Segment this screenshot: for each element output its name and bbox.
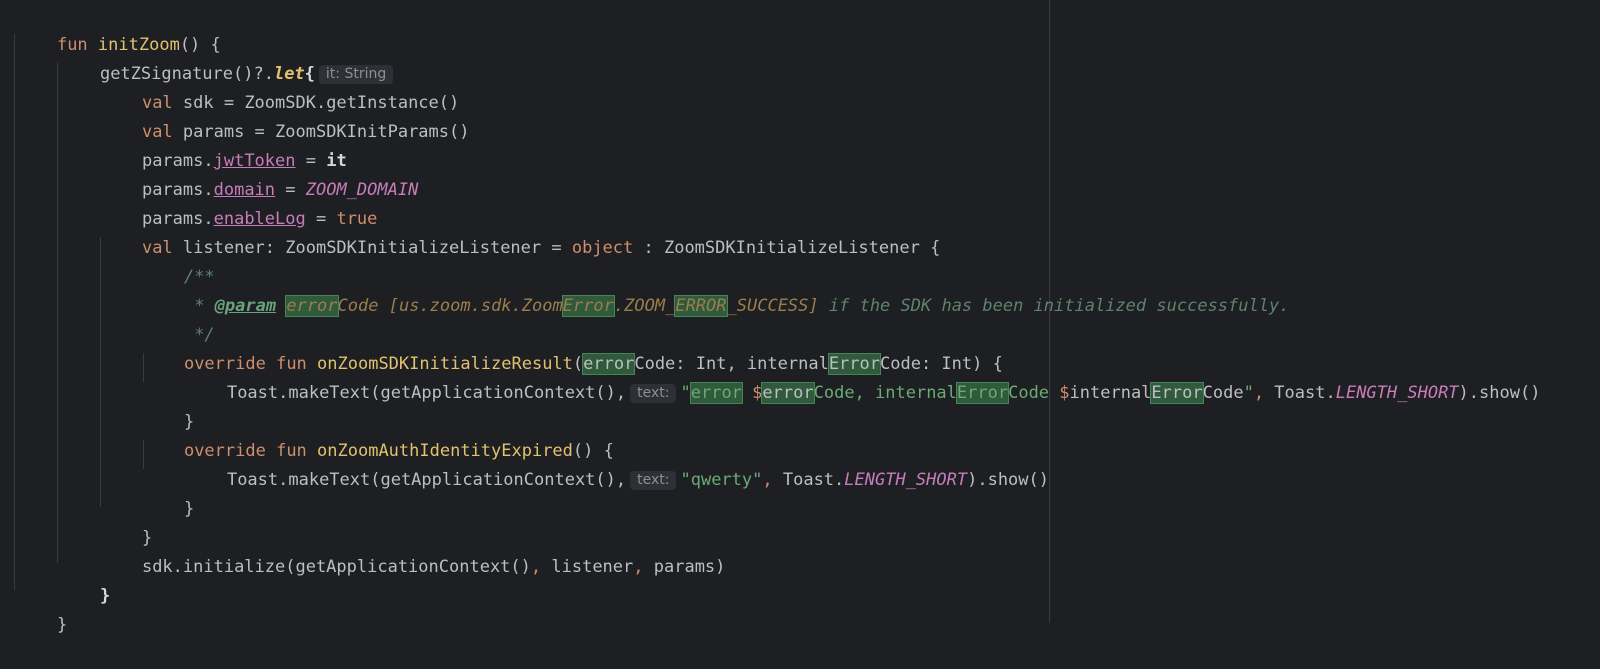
search-match: ERROR	[674, 295, 728, 317]
search-match: error	[285, 295, 339, 317]
doc-reference: _SUCCESS]	[726, 296, 819, 316]
string-literal: "	[1243, 383, 1254, 403]
template-dollar: $	[752, 383, 763, 403]
code-line-15[interactable]: override fun onZoomAuthIdentityExpired()…	[143, 408, 614, 461]
code-line-10[interactable]: * @param errorCode [us.zoom.sdk.ZoomErro…	[143, 263, 1289, 317]
search-match: error	[689, 382, 743, 404]
code-token: ).show()	[1458, 383, 1541, 403]
doc-comment: if the SDK has been initialized successf…	[818, 296, 1290, 316]
constant-ref: LENGTH_SHORT	[844, 470, 968, 490]
doc-reference: .ZOOM_	[613, 296, 676, 316]
comma: ,	[762, 470, 773, 490]
closing-brace: }	[99, 586, 111, 606]
code-line-4[interactable]: val params = ZoomSDKInitParams()	[101, 89, 470, 142]
code-line-14[interactable]: }	[143, 379, 194, 432]
closing-brace: }	[56, 615, 68, 635]
code-line-18[interactable]: }	[101, 495, 152, 548]
code-line-1[interactable]: fun initZoom() {	[16, 2, 221, 55]
code-token: Toast.makeText(getApplicationContext(),	[226, 470, 627, 490]
code-line-20[interactable]: }	[59, 553, 110, 606]
code-token: Toast.	[1264, 383, 1336, 403]
code-line-9[interactable]: /**	[143, 234, 215, 287]
string-literal: Code	[1008, 383, 1060, 403]
doc-param-name: Code	[337, 296, 379, 316]
search-match: error	[761, 382, 815, 404]
template-dollar: $	[1059, 383, 1070, 403]
code-line-7[interactable]: params.enableLog = true	[101, 176, 377, 229]
param-inlay-hint: text:	[630, 471, 677, 490]
code-line-8[interactable]: val listener: ZoomSDKInitializeListener …	[101, 205, 940, 258]
code-line-12[interactable]: override fun onZoomSDKInitializeResult(e…	[143, 321, 1003, 375]
doc-comment	[276, 296, 286, 316]
closing-brace: }	[183, 499, 195, 519]
code-line-3[interactable]: val sdk = ZoomSDK.getInstance()	[101, 60, 459, 113]
code-line-16[interactable]: Toast.makeText(getApplicationContext(), t…	[186, 437, 1049, 490]
search-match: Error	[1150, 382, 1204, 404]
code-token: Toast.makeText(getApplicationContext(),	[226, 383, 627, 403]
comma: ,	[1253, 383, 1265, 403]
constant-ref: LENGTH_SHORT	[1335, 383, 1459, 403]
code-line-5[interactable]: params.jwtToken = it	[101, 118, 347, 171]
code-line-13[interactable]: Toast.makeText(getApplicationContext(), t…	[186, 350, 1540, 404]
template-expr: internal	[1069, 383, 1152, 403]
search-match: Error	[955, 382, 1010, 404]
template-expr: Code, internal	[813, 383, 957, 403]
keyword: object	[571, 238, 634, 258]
template-expr: Code	[1202, 383, 1244, 403]
code-token: listener	[541, 557, 634, 577]
comma: ,	[633, 557, 644, 577]
string-literal: "	[680, 383, 691, 403]
code-line-6[interactable]: params.domain = ZOOM_DOMAIN	[101, 147, 418, 200]
code-token: params)	[643, 557, 726, 577]
code-token: : ZoomSDKInitializeListener {	[633, 238, 941, 258]
code-line-11[interactable]: */	[143, 292, 214, 345]
string-literal: "qwerty"	[680, 470, 763, 490]
code-editor[interactable]: fun initZoom() { getZSignature()?.let{it…	[0, 0, 1600, 635]
search-match: Error	[561, 295, 615, 317]
param-inlay-hint: text:	[630, 384, 677, 403]
code-line-17[interactable]: }	[143, 466, 194, 519]
code-token: sdk.initialize(getApplicationContext()	[141, 557, 531, 577]
code-token: Toast.	[772, 470, 845, 490]
doc-tag: @param	[214, 296, 277, 316]
code-token: ).show()	[967, 470, 1049, 490]
indent-guide	[14, 34, 15, 590]
code-line-19[interactable]: sdk.initialize(getApplicationContext(), …	[101, 524, 725, 577]
string-literal	[742, 383, 752, 403]
comma: ,	[530, 557, 542, 577]
code-line-2[interactable]: getZSignature()?.let{it: String	[59, 31, 397, 84]
doc-reference: [us.zoom.sdk.Zoom	[378, 296, 563, 316]
indent-guide	[57, 63, 58, 563]
code-line-21[interactable]: }	[16, 582, 67, 635]
code-token: listener: ZoomSDKInitializeListener =	[172, 238, 572, 258]
